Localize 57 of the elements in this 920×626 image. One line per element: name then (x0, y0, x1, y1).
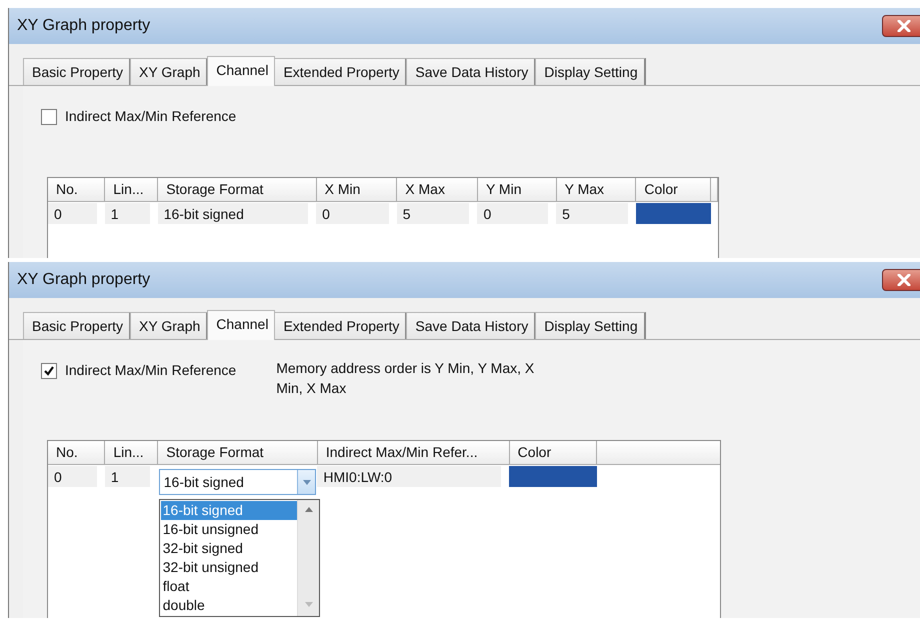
tab[interactable]: Extended Property (274, 58, 408, 85)
scroll-up-icon[interactable] (304, 507, 313, 512)
close-icon (896, 20, 912, 32)
table-cell: 0 (477, 203, 548, 224)
column-header[interactable]: Color (509, 441, 597, 464)
column-header[interactable]: Lin... (104, 178, 158, 202)
column-header[interactable]: X Min (316, 178, 397, 202)
dropdown-option[interactable]: 16-bit signed (160, 501, 297, 520)
table-cell: 0 (48, 203, 97, 224)
table-cell: 0 (316, 203, 389, 224)
dropdown-option[interactable]: 32-bit signed (160, 539, 297, 558)
window-title: XY Graph property (17, 270, 150, 290)
close-button[interactable] (882, 269, 920, 291)
tab[interactable]: Basic Property (23, 312, 132, 339)
tab[interactable]: XY Graph (130, 58, 208, 85)
dropdown-option[interactable]: 32-bit unsigned (160, 558, 297, 577)
column-header[interactable]: Storage Format (158, 441, 318, 464)
column-header[interactable]: Y Max (556, 178, 636, 202)
checkbox-label: Indirect Max/Min Reference (65, 361, 236, 380)
checkbox-label: Indirect Max/Min Reference (65, 107, 236, 126)
column-header[interactable]: Indirect Max/Min Refer... (317, 441, 510, 464)
column-header[interactable]: Color (636, 178, 711, 202)
close-button[interactable] (882, 15, 920, 37)
table-cell: 5 (556, 203, 628, 224)
note-text: Memory address order is Y Min, Y Max, X Min, X Max (276, 359, 536, 398)
column-header[interactable]: Y Min (477, 178, 556, 202)
table-cell: 0 (48, 466, 97, 487)
dropdown-option[interactable]: float (160, 577, 297, 596)
checkbox[interactable] (41, 362, 57, 378)
table-cell: 1 (104, 203, 150, 224)
tab[interactable]: Save Data History (406, 312, 536, 339)
column-header[interactable]: Lin... (104, 441, 158, 464)
column-header[interactable]: No. (48, 441, 105, 464)
column-header[interactable]: X Max (396, 178, 478, 202)
table-cell: 16-bit signed (158, 203, 308, 224)
tab[interactable]: Extended Property (274, 312, 408, 339)
color-swatch[interactable] (509, 466, 597, 487)
dropdown-value: 16-bit signed (164, 472, 244, 492)
tab[interactable]: XY Graph (130, 312, 208, 339)
dropdown-option[interactable]: double (160, 596, 297, 615)
tab[interactable]: Basic Property (23, 58, 132, 85)
column-header[interactable]: No. (48, 178, 105, 202)
color-swatch[interactable] (636, 203, 711, 224)
tab[interactable]: Display Setting (535, 312, 646, 339)
table-cell: 1 (104, 466, 150, 487)
close-icon (896, 274, 912, 286)
table-cell: 5 (396, 203, 470, 224)
tab[interactable]: Display Setting (535, 58, 646, 85)
tab[interactable]: Save Data History (406, 58, 536, 85)
window-title: XY Graph property (17, 16, 150, 36)
scrollbar[interactable] (296, 500, 319, 616)
tab[interactable]: Channel (207, 56, 276, 86)
dropdown-option[interactable]: 16-bit unsigned (160, 520, 297, 539)
column-header[interactable]: Storage Format (158, 178, 316, 202)
table-cell: HMI0:LW:0 (317, 466, 502, 487)
checkbox[interactable] (41, 108, 57, 124)
tab[interactable]: Channel (207, 310, 276, 340)
